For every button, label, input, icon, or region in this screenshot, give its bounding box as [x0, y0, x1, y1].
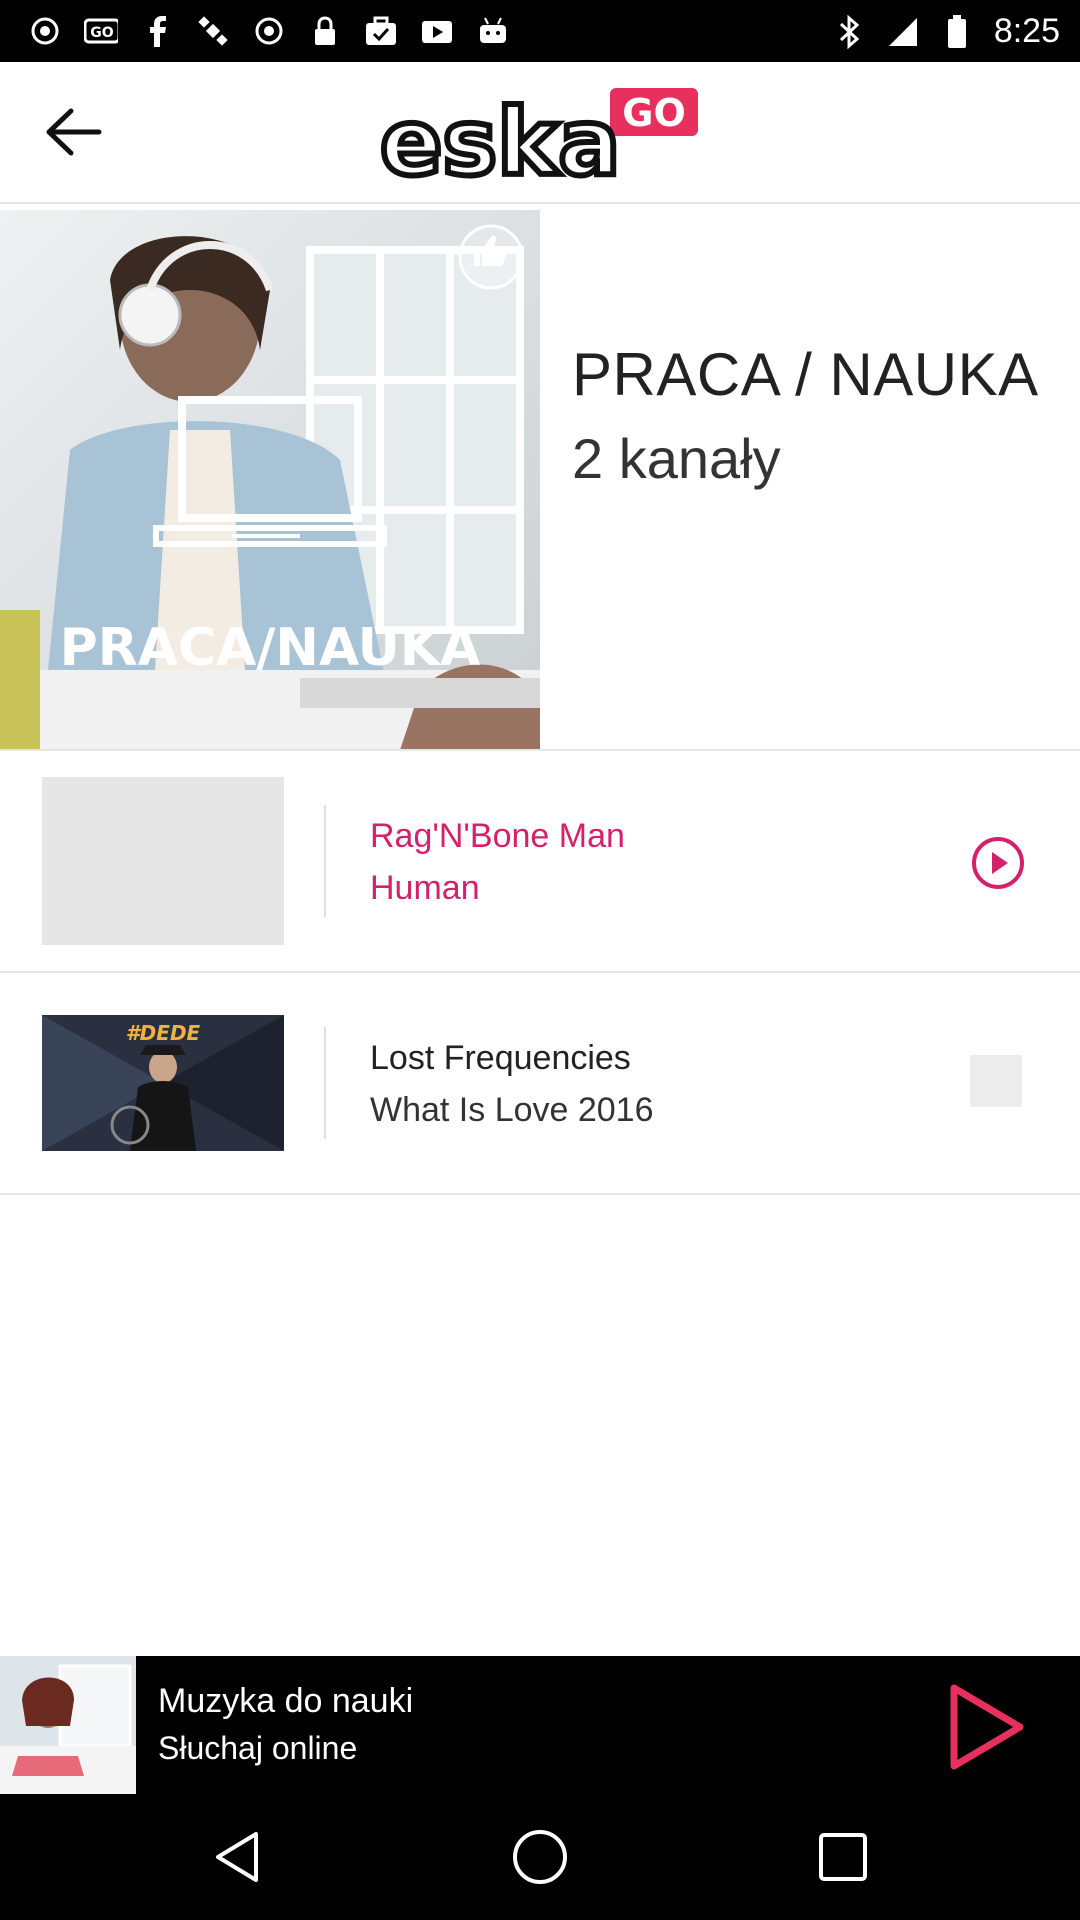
status-bar-notifications: GO: [28, 14, 510, 48]
status-time: 8:25: [993, 12, 1060, 50]
status-bar: GO 8:25: [0, 0, 1080, 62]
nav-home-button[interactable]: [509, 1826, 571, 1888]
player-subtitle: Słuchaj online: [158, 1730, 358, 1766]
back-triangle-icon: [216, 1832, 258, 1882]
arrow-left-icon: [46, 108, 102, 156]
recents-square-icon: [819, 1833, 867, 1881]
player-title: Muzyka do nauki: [158, 1682, 414, 1720]
category-title: PRACA / NAUKA: [572, 341, 1039, 408]
play-circle-icon: [972, 837, 1024, 889]
row-separator: [324, 805, 326, 917]
track-artist: Lost Frequencies: [370, 1039, 631, 1077]
mini-player[interactable]: Muzyka do nauki Słuchaj online: [0, 1656, 1080, 1794]
system-nav-bar: [0, 1794, 1080, 1920]
logo-badge: GO: [622, 91, 686, 135]
back-button[interactable]: [36, 102, 110, 162]
battery-icon: [940, 14, 974, 49]
svg-text:GO: GO: [90, 25, 113, 41]
track-thumbnail: [42, 777, 284, 945]
play-button[interactable]: [970, 1055, 1026, 1111]
eska-go-logo: GO eska: [377, 82, 710, 199]
track-song: Human: [370, 869, 480, 907]
status-bar-system: 8:25: [832, 12, 1060, 51]
android-icon: [476, 14, 510, 48]
like-button[interactable]: [460, 222, 522, 284]
track-row[interactable]: Rag'N'Bone Man Human: [0, 751, 1080, 971]
nav-recents-button[interactable]: [812, 1826, 874, 1888]
play-placeholder-icon: [970, 1055, 1022, 1107]
play-box-icon: [420, 14, 454, 48]
bluetooth-icon: [832, 14, 866, 49]
player-play-button[interactable]: [940, 1682, 1030, 1772]
channel-count: 2 kanały: [572, 427, 781, 490]
thumbs-up-icon: [474, 235, 508, 266]
category-image[interactable]: PRACA/NAUKA: [0, 210, 540, 750]
category-image-label: PRACA/NAUKA: [59, 618, 481, 678]
track-song: What Is Love 2016: [370, 1091, 654, 1129]
divider: [0, 1193, 1080, 1195]
nav-back-button[interactable]: [206, 1826, 268, 1888]
track-row[interactable]: #DEDE Lost Frequencies What Is Love 2016: [0, 973, 1080, 1193]
play-button[interactable]: [970, 835, 1026, 891]
track-thumbnail: #DEDE: [42, 1015, 284, 1151]
signal-icon: [886, 15, 920, 49]
record-icon: [28, 14, 62, 48]
player-thumbnail: [0, 1656, 136, 1794]
category-info: PRACA / NAUKA 2 kanały: [540, 210, 1080, 750]
logo-wordmark: eska: [380, 89, 620, 192]
row-separator: [324, 1027, 326, 1139]
track-artist: Rag'N'Bone Man: [370, 817, 625, 855]
facebook-icon: [140, 14, 174, 48]
briefcase-check-icon: [364, 14, 398, 48]
thumbnail-tag: #DEDE: [125, 1021, 201, 1045]
app-header: GO eska: [0, 62, 1080, 204]
satellite-icon: [196, 14, 230, 48]
play-icon: [950, 1684, 1024, 1770]
home-circle-icon: [513, 1830, 567, 1884]
go-icon: GO: [84, 14, 118, 48]
record-icon: [252, 14, 286, 48]
lock-icon: [308, 14, 342, 48]
